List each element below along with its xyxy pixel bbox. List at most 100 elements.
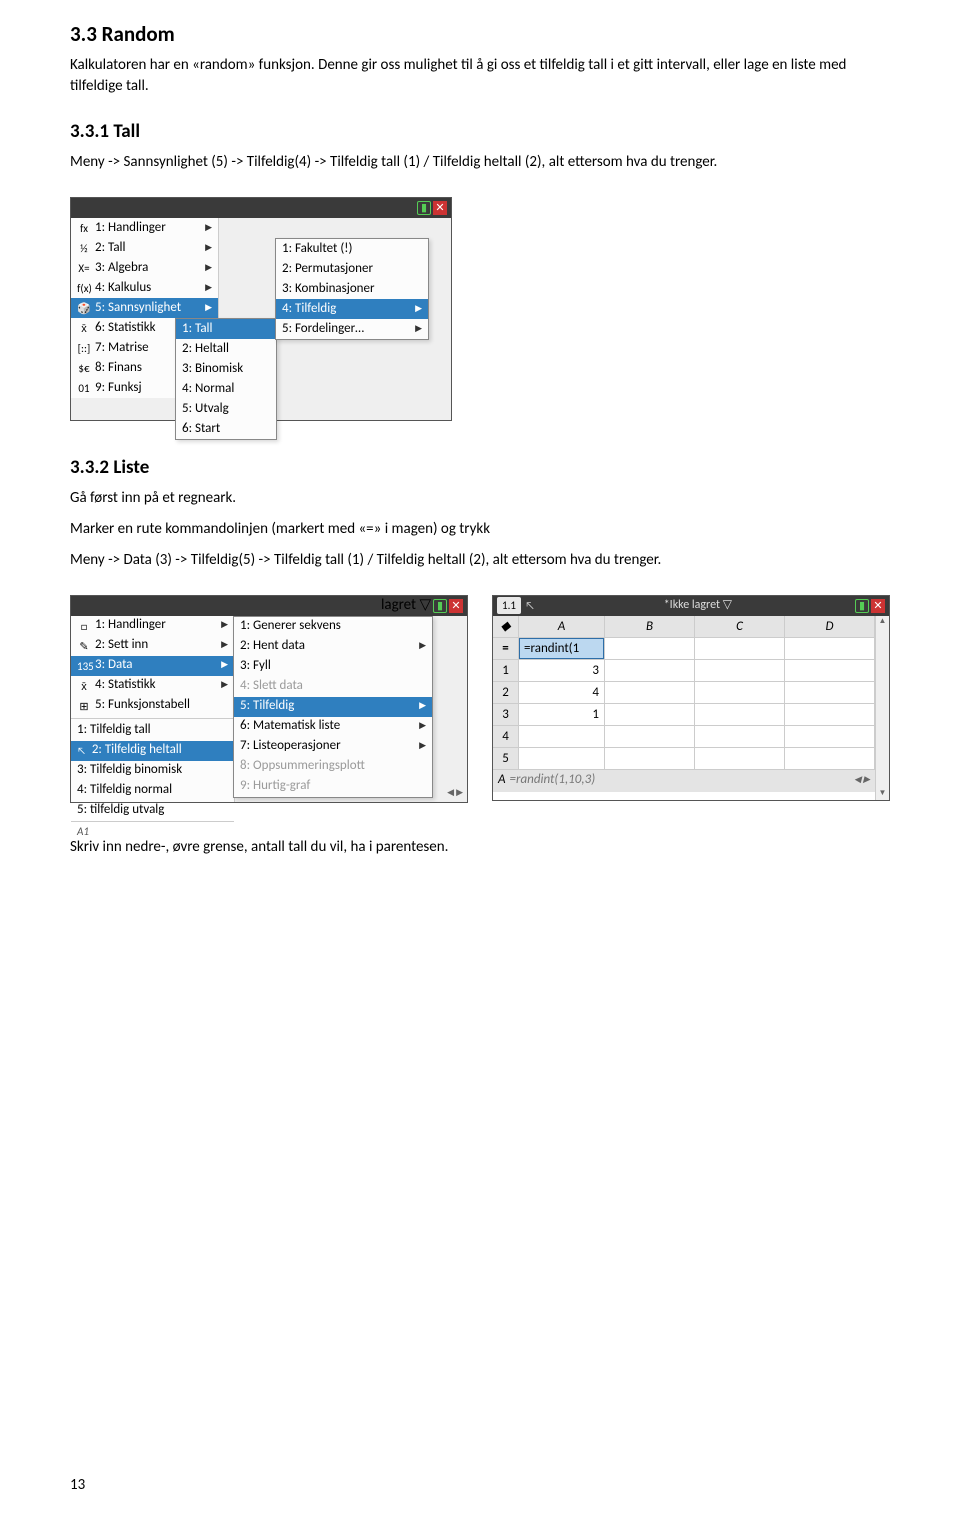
menu-sett-inn[interactable]: ✎2: Sett inn▶: [71, 636, 234, 656]
titlebar: 1.1 ↖ *Ikke lagret ▽ ▮ ✕: [493, 596, 889, 616]
scroll-up-icon[interactable]: ▲: [879, 616, 887, 627]
menu-funksjonstabell[interactable]: ⊞5: Funksjonstabell: [71, 696, 234, 716]
para-3-3-2-c: Meny -> Data (3) -> Tilfeldig(5) -> Tilf…: [70, 550, 900, 571]
battery-icon: ▮: [417, 201, 431, 215]
scroll-down-icon[interactable]: ▼: [879, 788, 887, 799]
col-head-b[interactable]: B: [605, 616, 695, 637]
close-icon[interactable]: ✕: [433, 201, 447, 215]
function-icon: f(x): [77, 281, 91, 295]
col-head-a[interactable]: A: [519, 616, 605, 637]
equals-badge: =: [493, 638, 519, 659]
submenu-tilfeldig[interactable]: 5: Tilfeldig▶: [234, 697, 432, 717]
section-3-3: 3.3 Random Kalkulatoren har en «random» …: [70, 20, 900, 97]
x-equals-icon: X=: [77, 261, 91, 275]
cell-indicator: A1: [71, 821, 234, 841]
submenu-hent-data[interactable]: 2: Hent data▶: [234, 637, 432, 657]
submenu-fordelinger[interactable]: 5: Fordelinger…▶: [276, 319, 428, 339]
titlebar: lagret ▽ ▮ ✕: [71, 596, 467, 616]
submenu-fakultet[interactable]: 1: Fakultet (!): [276, 239, 428, 259]
submenu-hurtig-graf: 9: Hurtig-graf: [234, 777, 432, 797]
chevron-right-icon: ▶: [419, 640, 426, 653]
battery-icon: ▮: [433, 599, 447, 613]
submenu-utvalg[interactable]: 5: Utvalg: [176, 399, 276, 419]
submenu-tall[interactable]: 1: Tall: [176, 319, 276, 339]
header-corner: ◆: [493, 616, 519, 637]
col-head-c[interactable]: C: [695, 616, 785, 637]
chevron-right-icon: ▶: [205, 222, 212, 235]
table-row[interactable]: 4: [493, 726, 875, 748]
table-row[interactable]: 1 3: [493, 660, 875, 682]
screenshot-row: lagret ▽ ▮ ✕ □1: Handlinger▶ ✎2: Sett in…: [70, 595, 900, 803]
menu-sannsynlighet[interactable]: 🎲5: Sannsynlighet▶: [71, 298, 218, 318]
table-row[interactable]: 3 1: [493, 704, 875, 726]
menu-tall[interactable]: ½2: Tall▶: [71, 238, 218, 258]
close-icon[interactable]: ✕: [871, 599, 885, 613]
chevron-right-icon: ▶: [419, 700, 426, 713]
screenshot-spreadsheet: 1.1 ↖ *Ikke lagret ▽ ▮ ✕ ◆ A B C D =: [492, 595, 890, 801]
titlebar: ▮ ✕: [71, 198, 451, 218]
binary-icon: 01: [77, 381, 91, 395]
chevron-right-icon: ▶: [419, 740, 426, 753]
scrollbar[interactable]: ▲▼: [875, 616, 889, 800]
para-3-3-1: Meny -> Sannsynlighet (5) -> Tilfeldig(4…: [70, 152, 900, 173]
heading-3-3: 3.3 Random: [70, 20, 900, 49]
formula-text: =randint(1,10,3): [510, 771, 596, 789]
cursor-icon: ↖: [77, 744, 86, 758]
menu-kalkulus[interactable]: f(x)4: Kalkulus▶: [71, 278, 218, 298]
chevron-right-icon: ▶: [415, 303, 422, 316]
submenu-binomisk[interactable]: 3: Binomisk: [176, 359, 276, 379]
submenu2-tilfeldig-tall[interactable]: 1: Tilfeldig tall: [71, 721, 234, 741]
fraction-icon: ½: [77, 241, 91, 255]
menu-statistikk[interactable]: x̄4: Statistikk▶: [71, 676, 234, 696]
submenu-normal[interactable]: 4: Normal: [176, 379, 276, 399]
submenu2-tilfeldig-normal[interactable]: 4: Tilfeldig normal: [71, 781, 234, 801]
submenu-oppsummeringsplott: 8: Oppsummeringsplott: [234, 757, 432, 777]
submenu2-tilfeldig-heltall[interactable]: ↖2: Tilfeldig heltall: [71, 741, 234, 761]
formula-cell-ref: A: [498, 771, 506, 789]
submenu-tilfeldig-types: 1: Tall 2: Heltall 3: Binomisk 4: Normal…: [175, 318, 277, 440]
submenu-kombinasjoner[interactable]: 3: Kombinasjoner: [276, 279, 428, 299]
submenu-data: 1: Generer sekvens 2: Hent data▶ 3: Fyll…: [233, 616, 433, 798]
submenu-fyll[interactable]: 3: Fyll: [234, 657, 432, 677]
cell-editing[interactable]: =randint(1: [519, 638, 605, 659]
chevron-right-icon: ▶: [205, 282, 212, 295]
chevron-right-icon: ▶: [415, 323, 422, 336]
submenu-matematisk-liste[interactable]: 6: Matematisk liste▶: [234, 717, 432, 737]
cursor-icon: ↖: [525, 598, 535, 613]
menu-handlinger[interactable]: □1: Handlinger▶: [71, 616, 234, 636]
col-head-d[interactable]: D: [785, 616, 875, 637]
menu-data[interactable]: 1353: Data▶: [71, 656, 234, 676]
section-3-3-2: 3.3.2 Liste Gå først inn på et regneark.…: [70, 455, 900, 571]
submenu-heltall[interactable]: 2: Heltall: [176, 339, 276, 359]
chevron-right-icon: ▶: [221, 619, 228, 632]
tab-label[interactable]: 1.1: [497, 597, 521, 614]
menu-handlinger[interactable]: fx1: Handlinger▶: [71, 218, 218, 238]
battery-icon: ▮: [855, 599, 869, 613]
submenu2-tilfeldig-utvalg[interactable]: 5: tilfeldig utvalg: [71, 801, 234, 821]
matrix-icon: [::]: [77, 341, 91, 355]
close-icon[interactable]: ✕: [449, 599, 463, 613]
table-header-row: ◆ A B C D: [493, 616, 875, 638]
table-row[interactable]: 5: [493, 748, 875, 770]
submenu-sannsynlighet-main: 1: Fakultet (!) 2: Permutasjoner 3: Komb…: [275, 238, 429, 340]
scroll-arrows[interactable]: ◀ ▶: [443, 785, 467, 802]
table-row[interactable]: 2 4: [493, 682, 875, 704]
dice-icon: 🎲: [77, 301, 91, 315]
submenu2-tilfeldig-binomisk[interactable]: 3: Tilfeldig binomisk: [71, 761, 234, 781]
xbar-icon: x̄: [77, 321, 91, 335]
scroll-arrows[interactable]: ◀ ▶: [854, 774, 870, 787]
section-3-3-1: 3.3.1 Tall Meny -> Sannsynlighet (5) -> …: [70, 119, 900, 173]
formula-row: = =randint(1: [493, 638, 875, 660]
para-3-3-intro: Kalkulatoren har en «random» funksjon. D…: [70, 55, 900, 97]
chevron-right-icon: ▶: [205, 242, 212, 255]
formula-bar[interactable]: A =randint(1,10,3) ◀ ▶: [493, 770, 875, 792]
submenu-tilfeldig[interactable]: 4: Tilfeldig▶: [276, 299, 428, 319]
submenu-generer-sekvens[interactable]: 1: Generer sekvens: [234, 617, 432, 637]
chevron-right-icon: ▶: [221, 659, 228, 672]
titlebar-text: lagret ▽: [381, 595, 431, 616]
submenu-permutasjoner[interactable]: 2: Permutasjoner: [276, 259, 428, 279]
submenu-listeoperasjoner[interactable]: 7: Listeoperasjoner▶: [234, 737, 432, 757]
submenu-start[interactable]: 6: Start: [176, 419, 276, 439]
main-menu: □1: Handlinger▶ ✎2: Sett inn▶ 1353: Data…: [71, 616, 235, 802]
menu-algebra[interactable]: X=3: Algebra▶: [71, 258, 218, 278]
